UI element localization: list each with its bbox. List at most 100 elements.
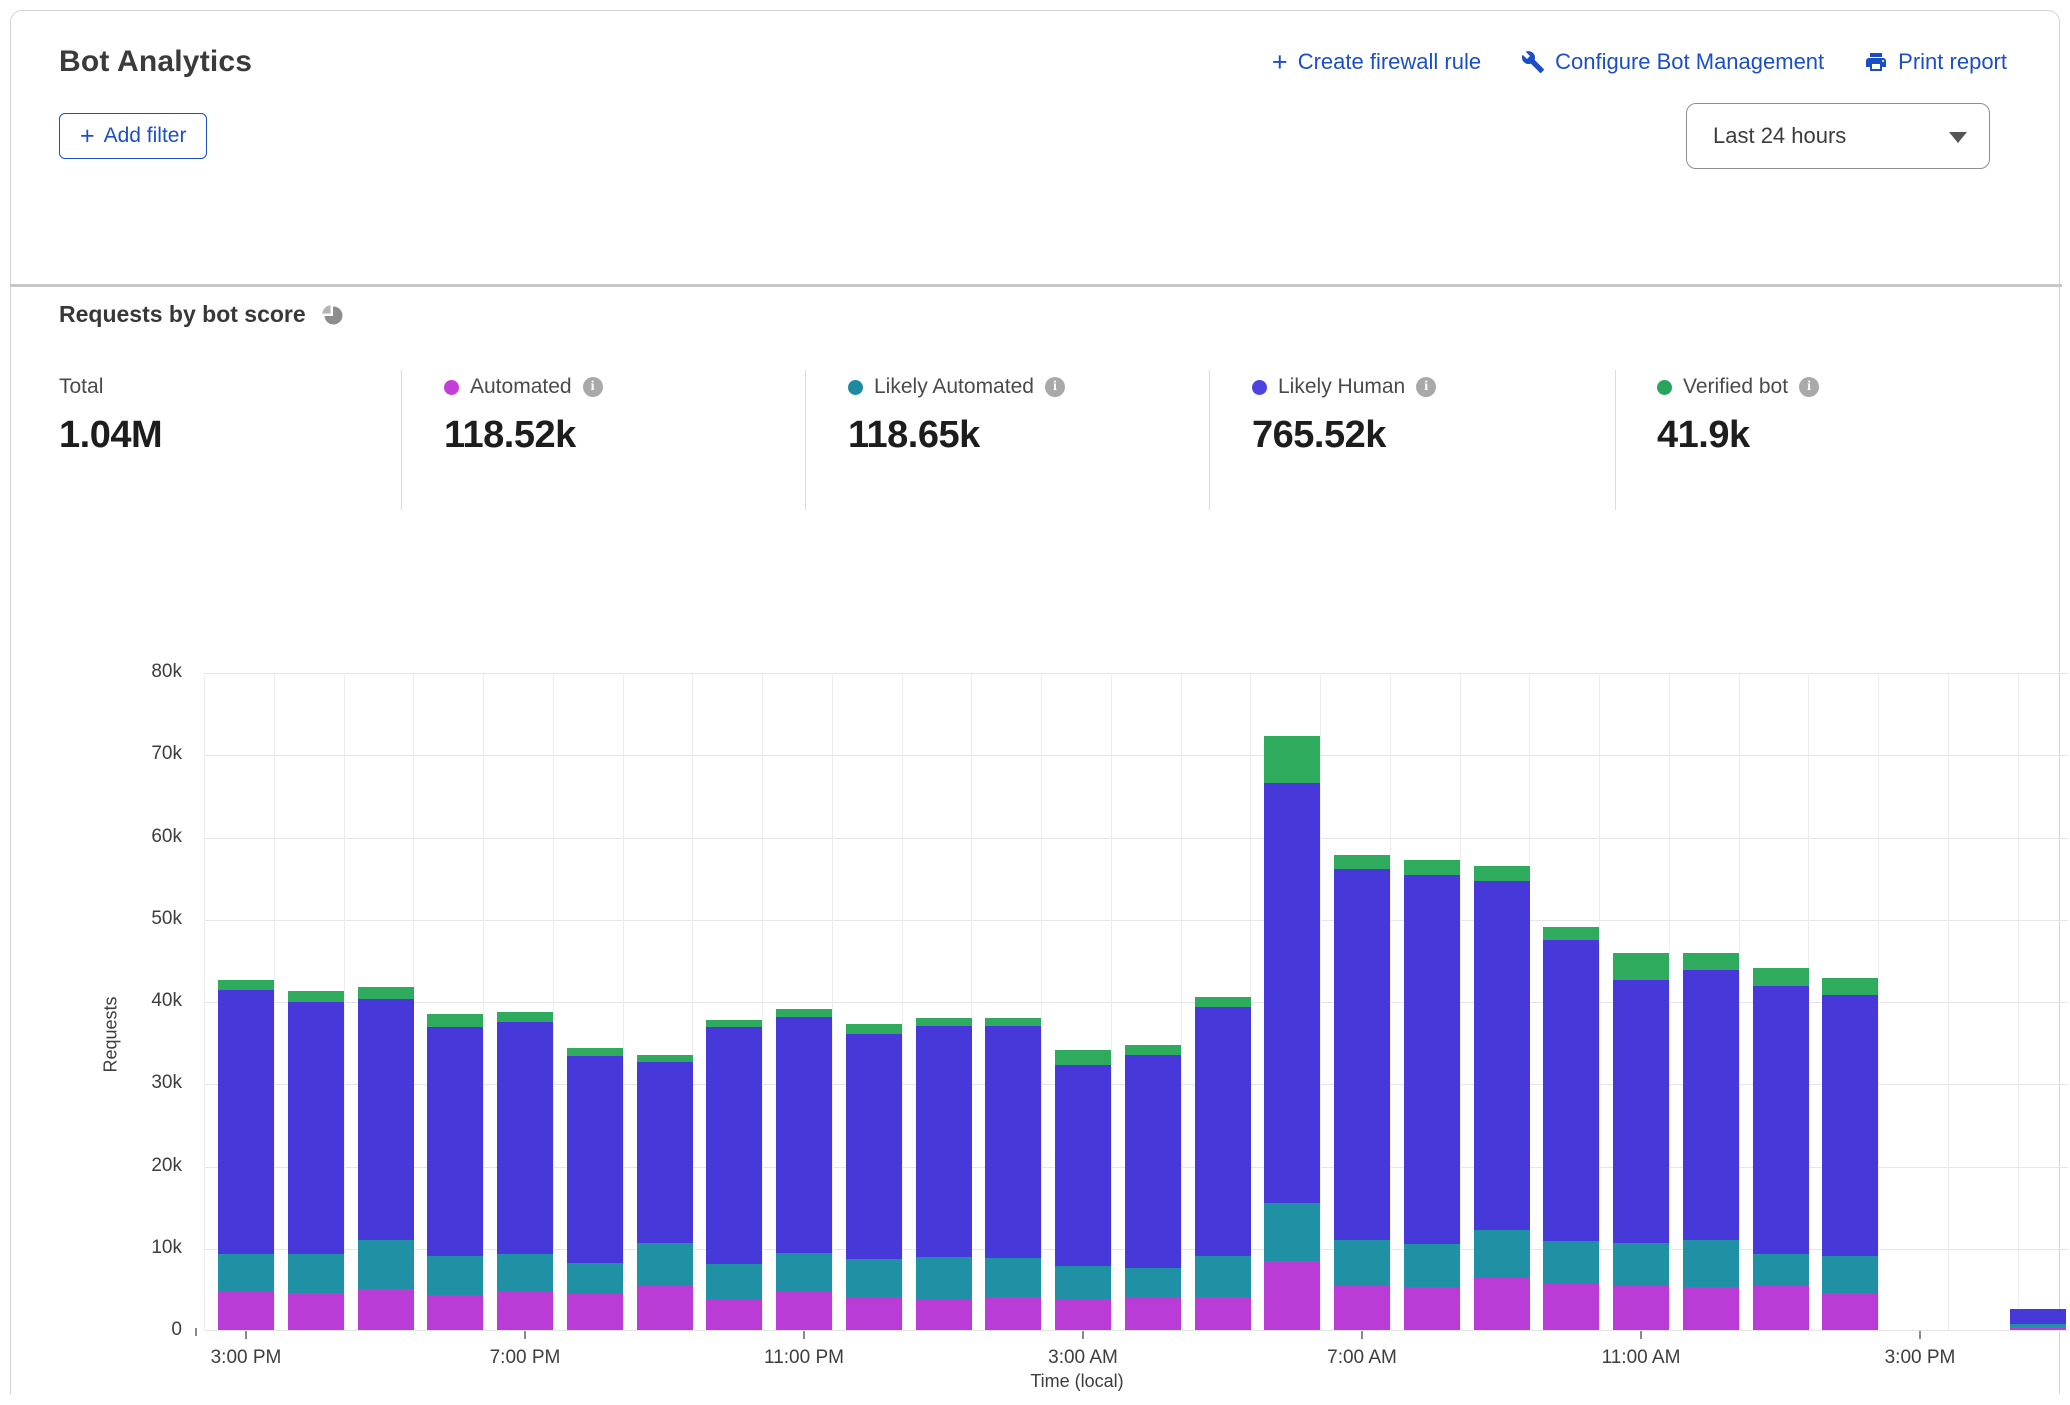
info-icon[interactable]: i [583,377,603,397]
segment-verified-bot [218,980,274,991]
segment-likely-automated [218,1254,274,1293]
bar-1-00-am[interactable] [916,1018,972,1330]
x-tick-mark [524,1331,526,1339]
requests-chart: Requests Time (local) 3:00 PM7:00 PM11:0… [11,641,2070,1405]
segment-likely-automated [1613,1243,1669,1287]
segment-verified-bot [985,1018,1041,1025]
x-tick-mark [1919,1331,1921,1339]
bar-12-00-am[interactable] [846,1024,902,1330]
segment-likely-automated [846,1259,902,1298]
bar-7-00-pm[interactable] [497,1012,553,1330]
stat-label: Total [59,375,103,399]
segment-likely-human [497,1022,553,1253]
bar-1-00-pm[interactable] [1753,968,1809,1330]
segment-automated [916,1300,972,1330]
bar-7-00-am[interactable] [1334,855,1390,1330]
bar-10-00-am[interactable] [1543,927,1599,1330]
info-icon[interactable]: i [1416,377,1436,397]
legend-dot [1657,380,1672,395]
bar-2-00-am[interactable] [985,1018,1041,1330]
bar-11-00-am[interactable] [1613,953,1669,1330]
segment-automated [427,1295,483,1330]
segment-likely-human [567,1056,623,1263]
time-range-select[interactable]: Last 24 hours [1686,103,1990,169]
card-header: Bot Analytics +Create firewall ruleConfi… [11,11,2059,211]
bar-9-00-pm[interactable] [637,1055,693,1330]
y-tick-label: 10k [120,1237,182,1259]
segment-likely-human [1543,940,1599,1241]
segment-likely-automated [916,1257,972,1301]
section-title: Requests by bot score [59,301,306,328]
y-tick-label: 20k [120,1155,182,1177]
segment-likely-human [916,1026,972,1257]
segment-verified-bot [1683,953,1739,970]
add-filter-button[interactable]: + Add filter [59,113,207,159]
segment-likely-automated [1683,1240,1739,1288]
segment-likely-human [1474,881,1530,1231]
segment-likely-human [1264,783,1320,1203]
segment-automated [1822,1293,1878,1330]
segment-automated [1474,1278,1530,1330]
stat-likely-human: Likely Humani765.52k [1209,370,1615,510]
stat-verified-bot: Verified boti41.9k [1615,370,2059,510]
x-axis-title: Time (local) [977,1371,1177,1392]
segment-likely-human [1055,1065,1111,1266]
print-report-link[interactable]: Print report [1864,49,2007,75]
configure-bot-management-link[interactable]: Configure Bot Management [1521,49,1824,75]
segment-verified-bot [1264,736,1320,783]
stat-likely-automated: Likely Automatedi118.65k [805,370,1209,510]
segment-likely-automated [1822,1256,1878,1293]
segment-verified-bot [776,1009,832,1016]
bar-6-00-am[interactable] [1264,736,1320,1330]
plus-icon: + [1272,52,1288,72]
x-tick-label: 3:00 AM [1023,1347,1143,1369]
x-tick-label: 3:00 PM [1860,1347,1980,1369]
x-tick-mark [245,1331,247,1339]
bar-12-00-pm[interactable] [1683,953,1739,1331]
segment-verified-bot [427,1014,483,1026]
bar-3-00-pm[interactable] [218,980,274,1330]
header-divider [10,284,2062,287]
segment-likely-human [1753,986,1809,1253]
bar-8-00-pm[interactable] [567,1048,623,1330]
segment-automated [567,1294,623,1330]
segment-automated [358,1289,414,1330]
segment-automated [2010,1327,2066,1330]
action-label: Configure Bot Management [1555,49,1824,75]
stat-value: 118.65k [848,414,1209,457]
stat-total: Total1.04M [11,370,401,510]
bar-6-00-pm[interactable] [427,1014,483,1330]
segment-likely-automated [358,1240,414,1289]
info-icon[interactable]: i [1799,377,1819,397]
bar-3-00-am[interactable] [1055,1050,1111,1330]
create-firewall-rule-link[interactable]: +Create firewall rule [1272,49,1481,75]
segment-likely-automated [1753,1254,1809,1287]
bar-5-00-pm[interactable] [358,987,414,1330]
requests-section: Requests by bot score Total1.04MAutomate… [11,301,2059,510]
segment-likely-human [637,1062,693,1243]
bar-11-00-pm[interactable] [776,1009,832,1330]
gridline-v [2018,673,2019,1330]
bar-9-00-am[interactable] [1474,866,1530,1330]
segment-verified-bot [846,1024,902,1034]
segment-automated [497,1292,553,1330]
y-axis-title: Requests [101,996,122,1072]
bar-4-00-pm[interactable] [288,991,344,1330]
segment-likely-human [1613,980,1669,1243]
bot-analytics-card: Bot Analytics +Create firewall ruleConfi… [10,10,2060,1394]
bar-10-00-pm[interactable] [706,1020,762,1330]
segment-automated [1125,1298,1181,1330]
bar-4-00-am[interactable] [1125,1045,1181,1330]
segment-verified-bot [706,1020,762,1027]
segment-automated [637,1286,693,1330]
y-tick-label: 30k [120,1072,182,1094]
bar-5-00-am[interactable] [1195,997,1251,1330]
segment-likely-human [288,1002,344,1255]
segment-verified-bot [1543,927,1599,940]
bar-2-00-pm[interactable] [1822,978,1878,1330]
info-icon[interactable]: i [1045,377,1065,397]
x-tick-label: 11:00 AM [1581,1347,1701,1369]
x-tick-label: 3:00 PM [186,1347,306,1369]
bar-8-00-am[interactable] [1404,860,1460,1330]
bar-3-00-pm-partial[interactable] [2010,1309,2066,1330]
